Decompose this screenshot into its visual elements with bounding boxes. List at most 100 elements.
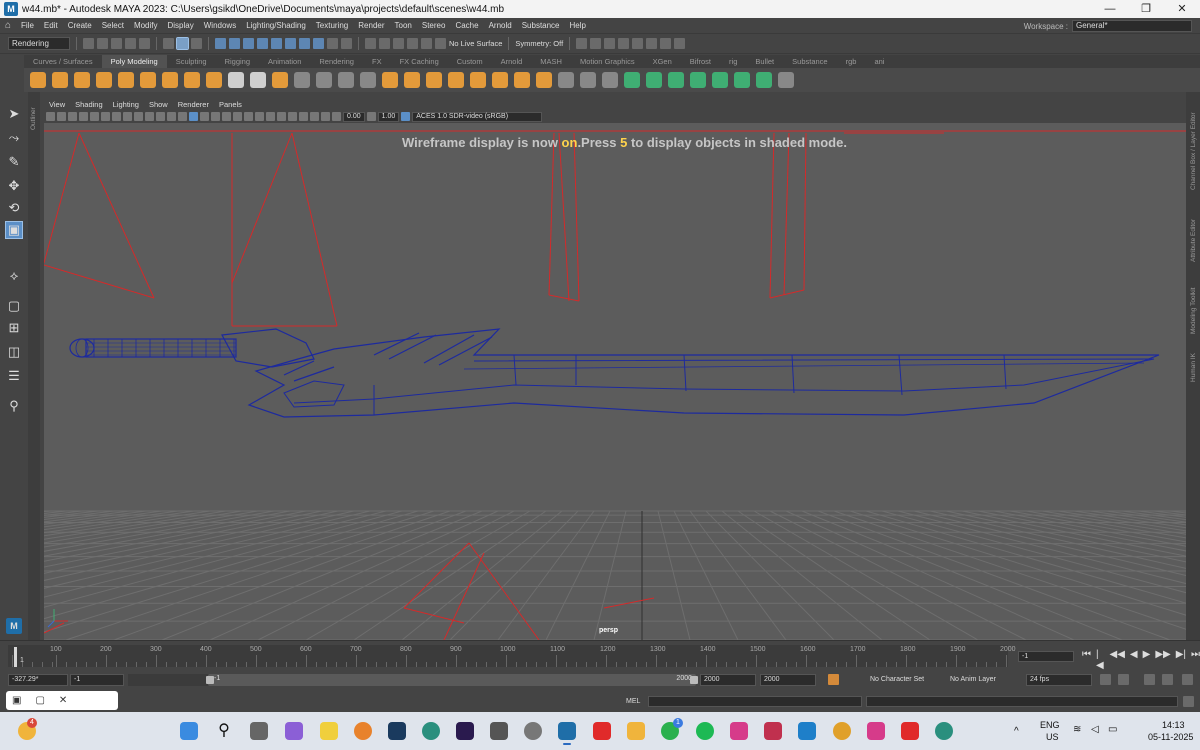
region-label[interactable]: US (1046, 732, 1059, 742)
select-misc-mask-icon[interactable] (313, 38, 324, 49)
play-forwards-button[interactable]: ▶ (1143, 649, 1151, 671)
key-filter-icon[interactable] (1118, 674, 1129, 685)
exposure-icon[interactable] (332, 112, 341, 121)
fps-dropdown[interactable]: 24 fps (1026, 674, 1092, 686)
start-icon[interactable] (180, 722, 198, 740)
shelf-tab-substance[interactable]: Substance (783, 55, 836, 68)
blender-icon[interactable] (354, 722, 372, 740)
search-icon[interactable]: ⚲ (215, 722, 233, 740)
film-gate-icon[interactable] (123, 112, 132, 121)
open-scene-icon[interactable] (97, 38, 108, 49)
perspective-viewport[interactable]: Wireframe display is now on.Press 5 to d… (44, 123, 1186, 640)
exposure-field[interactable]: 0.00 (343, 111, 365, 122)
modeling-toolkit-tab[interactable]: Modeling Toolkit (1190, 288, 1197, 335)
planar-map-icon[interactable] (690, 72, 706, 88)
telegram-icon[interactable] (798, 722, 816, 740)
language-label[interactable]: ENG (1040, 720, 1060, 730)
shelf-tab-rgb[interactable]: rgb (837, 55, 866, 68)
sew-uv-icon[interactable] (756, 72, 772, 88)
anim-layer-dropdown[interactable]: No Anim Layer (950, 676, 996, 683)
anim-end-field[interactable]: 2000 (760, 674, 816, 686)
bevel-icon[interactable] (514, 72, 530, 88)
safe-action-icon[interactable] (167, 112, 176, 121)
render-settings-icon[interactable] (618, 38, 630, 49)
preferences-icon[interactable] (1182, 674, 1193, 685)
current-frame-marker[interactable] (14, 647, 17, 667)
app-icon[interactable] (764, 722, 782, 740)
select-tool-icon[interactable]: ➤ (6, 106, 22, 122)
panel-menu-panels[interactable]: Panels (214, 100, 247, 109)
step-forward-key-button[interactable]: ▶| (1176, 649, 1186, 671)
shelf-tab-poly-modeling[interactable]: Poly Modeling (101, 55, 167, 68)
script-editor-icon[interactable] (1183, 696, 1194, 707)
go-to-start-button[interactable]: ⏮ (1082, 649, 1091, 671)
file-explorer-icon[interactable] (627, 722, 645, 740)
last-tool-icon[interactable]: ⟡ (6, 268, 22, 284)
motion-blur-icon[interactable] (266, 112, 275, 121)
chrome-icon[interactable] (833, 722, 851, 740)
sound-icon[interactable] (1144, 674, 1155, 685)
persp-outliner-icon[interactable]: ◫ (6, 344, 22, 360)
poly-cube-icon[interactable] (52, 72, 68, 88)
character-set-dropdown[interactable]: No Character Set (870, 676, 924, 683)
minimized-window-thumbnail[interactable]: ▣ ▢ ✕ (6, 691, 118, 710)
select-surface-mask-icon[interactable] (257, 38, 268, 49)
screen-space-ao-icon[interactable] (255, 112, 264, 121)
xray-icon[interactable] (310, 112, 319, 121)
select-deformer-mask-icon[interactable] (271, 38, 282, 49)
highlight-selection-icon[interactable] (341, 38, 352, 49)
super-shape-icon[interactable] (206, 72, 222, 88)
separate-icon[interactable] (316, 72, 332, 88)
gamma-icon[interactable] (366, 112, 376, 121)
range-end-knob[interactable] (690, 676, 698, 684)
lasso-tool-icon[interactable]: ⤳ (6, 130, 22, 146)
shelf-tab-bullet[interactable]: Bullet (746, 55, 783, 68)
render-setup-icon[interactable] (646, 38, 658, 49)
snap-curve-icon[interactable] (379, 38, 390, 49)
gate-mask-icon[interactable] (145, 112, 154, 121)
menu-substance[interactable]: Substance (517, 21, 565, 30)
select-joint-mask-icon[interactable] (229, 38, 240, 49)
close-icon[interactable]: ✕ (59, 695, 67, 706)
use-all-lights-icon[interactable] (233, 112, 242, 121)
menu-help[interactable]: Help (565, 21, 591, 30)
render-frame-icon[interactable] (590, 38, 602, 49)
edge-icon[interactable] (422, 722, 440, 740)
outliner-tab[interactable]: Outliner (28, 92, 40, 640)
range-slider-track[interactable]: -1 2000 (128, 674, 698, 686)
pause-viewport-icon[interactable] (674, 38, 686, 49)
multi-cut-icon[interactable] (558, 72, 574, 88)
shelf-tab-animation[interactable]: Animation (259, 55, 310, 68)
redo-icon[interactable] (139, 38, 150, 49)
menu-modify[interactable]: Modify (129, 21, 163, 30)
start-time-field[interactable]: -1 (70, 674, 124, 686)
grease-pencil-icon[interactable] (101, 112, 110, 121)
light-editor-icon[interactable] (660, 38, 672, 49)
select-handle-mask-icon[interactable] (215, 38, 226, 49)
menu-display[interactable]: Display (163, 21, 199, 30)
gamma-field[interactable]: 1.00 (377, 111, 400, 122)
menu-create[interactable]: Create (63, 21, 97, 30)
history-icon[interactable] (576, 38, 588, 49)
wifi-icon[interactable]: ≋ (1073, 724, 1081, 735)
shelf-tab-custom[interactable]: Custom (448, 55, 492, 68)
select-render-mask-icon[interactable] (299, 38, 310, 49)
menu-windows[interactable]: Windows (199, 21, 241, 30)
wireframe-on-shaded-icon[interactable] (211, 112, 220, 121)
move-tool-icon[interactable]: ✥ (6, 178, 22, 194)
poly-disc-icon[interactable] (162, 72, 178, 88)
shelf-tab-rigging[interactable]: Rigging (216, 55, 259, 68)
quad-draw-icon[interactable] (646, 72, 662, 88)
davinci-icon[interactable] (524, 722, 542, 740)
sketchbook-icon[interactable] (320, 722, 338, 740)
shelf-tab-motion-graphics[interactable]: Motion Graphics (571, 55, 644, 68)
depth-of-field-icon[interactable] (288, 112, 297, 121)
multisample-aa-icon[interactable] (277, 112, 286, 121)
live-surface-label[interactable]: No Live Surface (449, 39, 502, 48)
safe-title-icon[interactable] (178, 112, 187, 121)
shelf-tab-rendering[interactable]: Rendering (310, 55, 363, 68)
select-component-icon[interactable] (191, 38, 202, 49)
poly-torus-icon[interactable] (118, 72, 134, 88)
camera-attributes-icon[interactable] (57, 112, 66, 121)
script-language-label[interactable]: MEL (626, 698, 640, 705)
